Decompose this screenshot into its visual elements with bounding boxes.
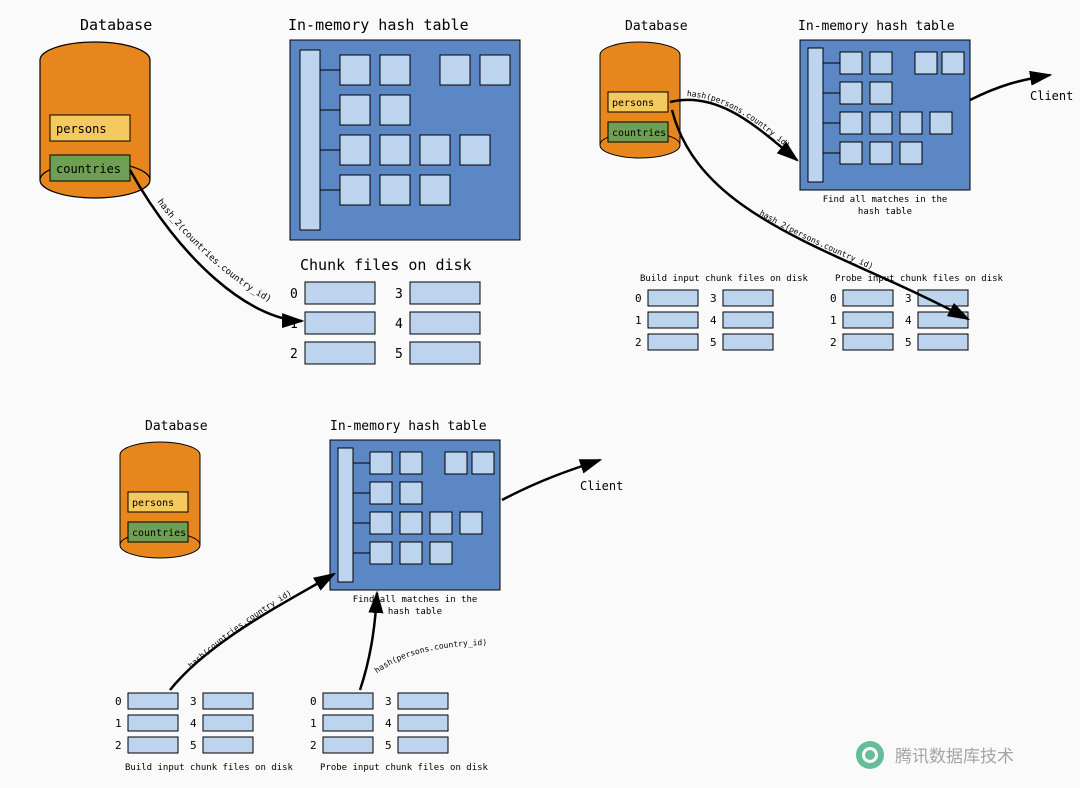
chunk-files: 0 1 2 3 4 5 — [290, 282, 480, 364]
chunk-title: Chunk files on disk — [300, 256, 472, 274]
chunk-num: 0 — [290, 287, 298, 302]
arrow-label: hash_2(countries.country_id) — [155, 197, 273, 305]
probe-chunk-title: Probe input chunk files on disk — [320, 763, 489, 773]
arrow-label: hash(persons.country_id) — [373, 638, 488, 675]
svg-text:5: 5 — [385, 739, 392, 752]
svg-text:4: 4 — [905, 314, 912, 327]
svg-text:5: 5 — [190, 739, 197, 752]
client-label: Client — [1030, 89, 1073, 103]
arrow-label: hash(countries.country_id) — [187, 588, 294, 670]
panel-top-right: Database persons countries In-memory has… — [600, 19, 1073, 350]
svg-text:腾讯数据库技术: 腾讯数据库技术 — [895, 747, 1014, 767]
svg-text:2: 2 — [830, 336, 837, 349]
db-title: Database — [145, 419, 208, 434]
panel-bottom: Database persons countries In-memory has… — [115, 419, 623, 773]
svg-text:3: 3 — [385, 695, 392, 708]
hash-table — [330, 440, 500, 590]
svg-text:4: 4 — [385, 717, 392, 730]
db-title: Database — [80, 16, 152, 34]
arrow-label: hash(persons.country_id) — [687, 89, 792, 150]
persons-label: persons — [132, 498, 174, 509]
svg-text:1: 1 — [115, 717, 122, 730]
hash-title: In-memory hash table — [798, 19, 955, 34]
countries-label: countries — [612, 128, 666, 139]
db-cylinder: persons countries — [600, 42, 680, 158]
svg-text:4: 4 — [190, 717, 197, 730]
svg-text:1: 1 — [830, 314, 837, 327]
svg-text:3: 3 — [905, 292, 912, 305]
watermark: 腾讯数据库技术 — [856, 741, 1014, 769]
svg-text:0: 0 — [830, 292, 837, 305]
svg-text:0: 0 — [635, 292, 642, 305]
hash-subtitle-2: hash table — [858, 207, 912, 217]
panel-top-left: Database persons countries In-memory has… — [40, 16, 520, 364]
build-chunks: 0 1 2 3 4 5 — [115, 693, 253, 753]
arrow-label: hash_2(persons.country_id) — [758, 208, 875, 271]
arrow-hash2 — [130, 170, 302, 321]
countries-label: countries — [56, 162, 121, 176]
svg-text:2: 2 — [115, 739, 122, 752]
client-label: Client — [580, 479, 623, 493]
probe-chunk-title: Probe input chunk files on disk — [835, 274, 1004, 284]
build-chunk-title: Build input chunk files on disk — [640, 274, 809, 284]
svg-text:5: 5 — [905, 336, 912, 349]
hash-subtitle-2: hash table — [388, 607, 442, 617]
svg-text:0: 0 — [310, 695, 317, 708]
hash-title: In-memory hash table — [288, 16, 469, 34]
hash-subtitle-1: Find all matches in the — [823, 195, 948, 205]
svg-text:4: 4 — [710, 314, 717, 327]
countries-label: countries — [132, 528, 186, 539]
svg-text:1: 1 — [635, 314, 642, 327]
hash-table — [290, 40, 520, 240]
build-chunks: 0 1 2 3 4 5 — [635, 290, 773, 350]
chunk-num: 3 — [395, 287, 403, 302]
build-chunk-title: Build input chunk files on disk — [125, 763, 294, 773]
arrow-build — [170, 574, 334, 690]
arrow-probe — [360, 593, 377, 690]
db-cylinder: persons countries — [120, 442, 200, 558]
probe-chunks: 0 1 2 3 4 5 — [830, 290, 968, 350]
svg-text:3: 3 — [710, 292, 717, 305]
svg-text:1: 1 — [310, 717, 317, 730]
svg-text:2: 2 — [310, 739, 317, 752]
svg-text:5: 5 — [710, 336, 717, 349]
hash-table — [800, 40, 970, 190]
svg-text:2: 2 — [635, 336, 642, 349]
db-title: Database — [625, 19, 688, 34]
chunk-num: 2 — [290, 347, 298, 362]
chunk-num: 5 — [395, 347, 403, 362]
svg-text:0: 0 — [115, 695, 122, 708]
chunk-num: 4 — [395, 317, 403, 332]
hash-subtitle-1: Find all matches in the — [353, 595, 478, 605]
persons-label: persons — [612, 98, 654, 109]
persons-label: persons — [56, 122, 107, 136]
hash-title: In-memory hash table — [330, 419, 487, 434]
svg-text:3: 3 — [190, 695, 197, 708]
probe-chunks: 0 1 2 3 4 5 — [310, 693, 448, 753]
